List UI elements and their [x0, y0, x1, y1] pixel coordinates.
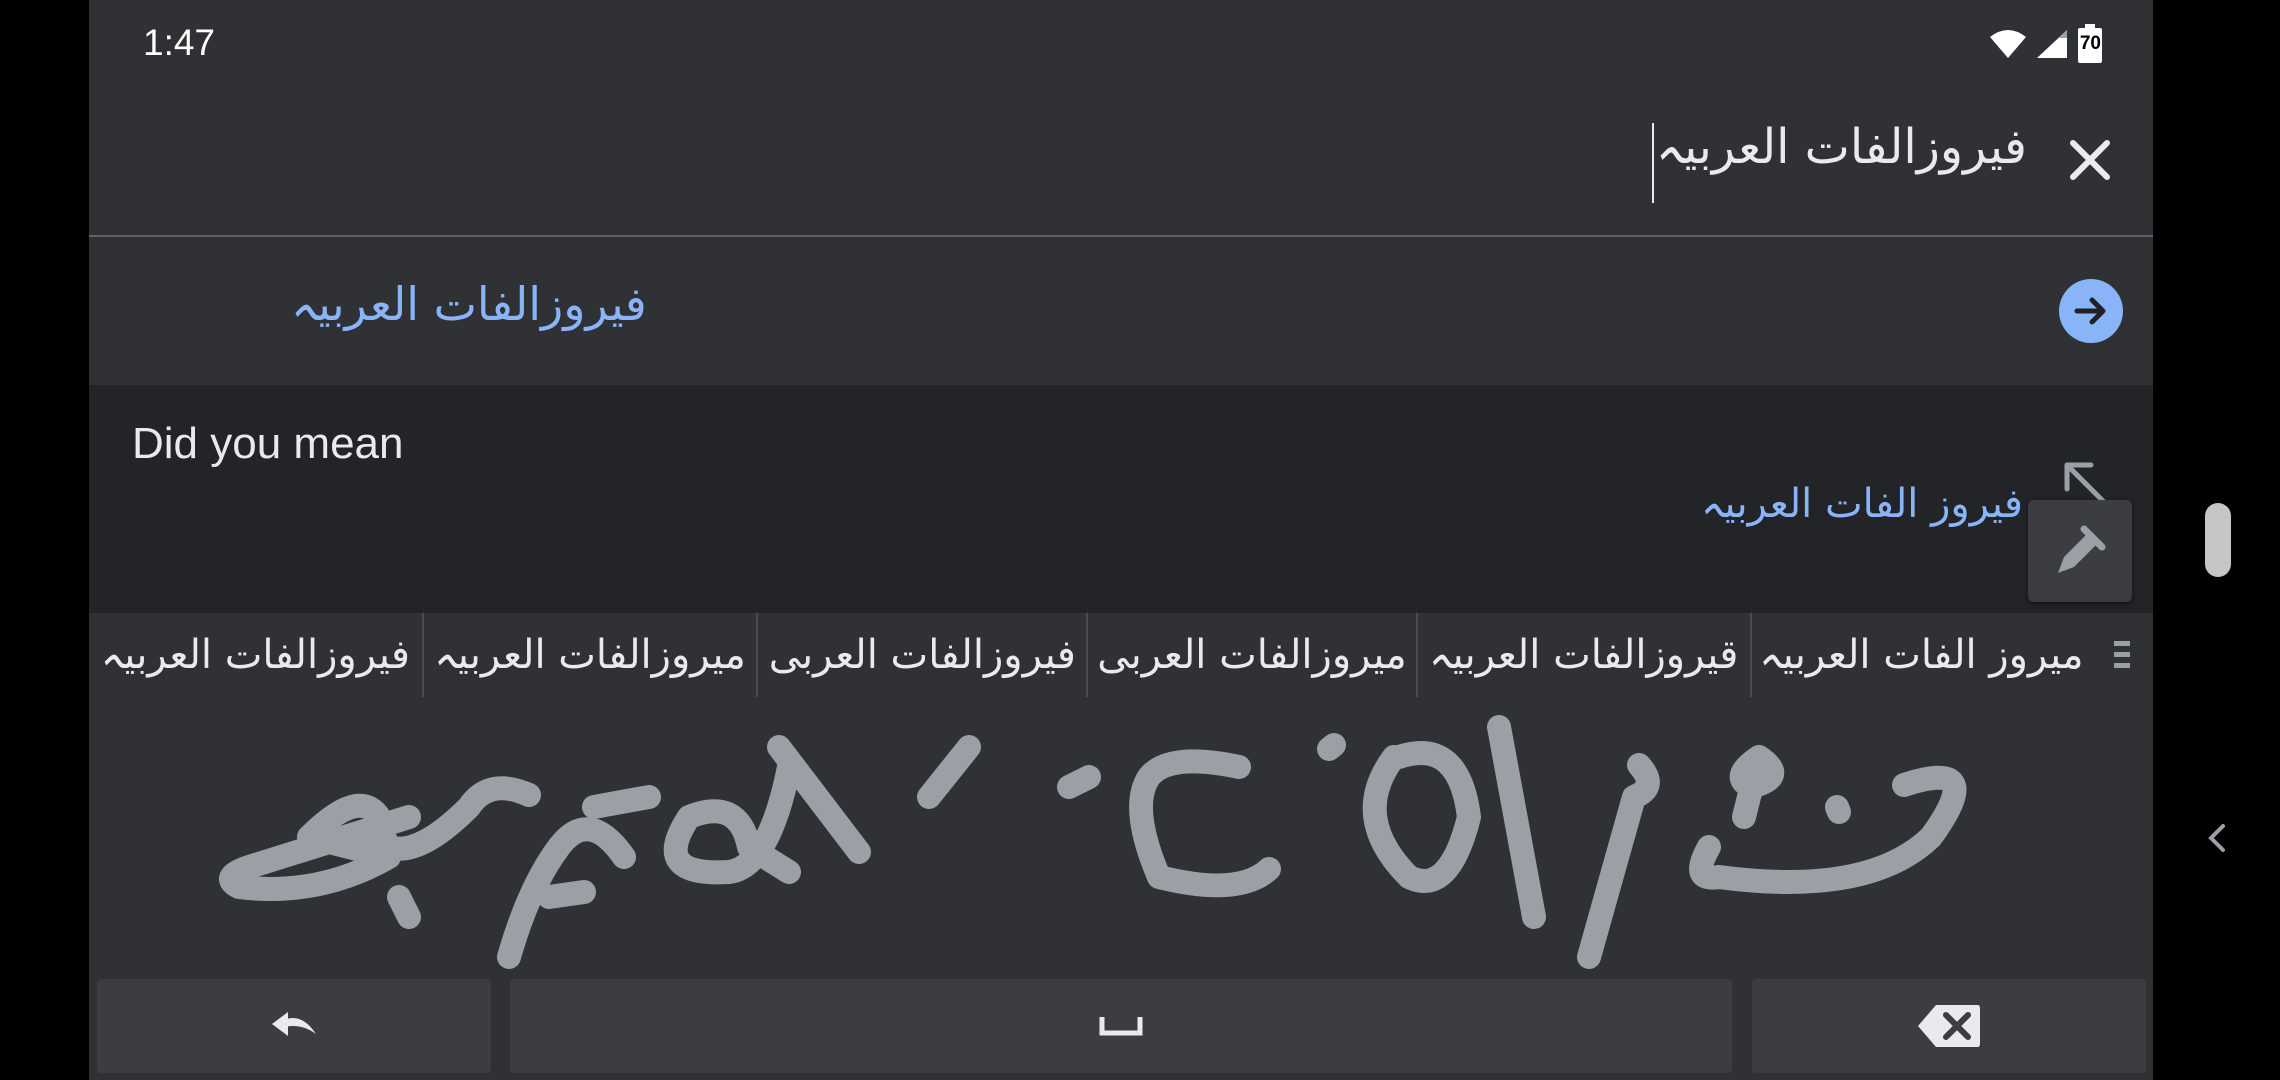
close-icon	[2070, 140, 2110, 180]
signal-icon	[2037, 30, 2067, 58]
status-time: 1:47	[143, 22, 216, 63]
candidate-4[interactable]: فيروزالفات العربى	[756, 613, 1086, 697]
status-bar: 1:47 70	[89, 0, 2153, 89]
handwriting-canvas[interactable]	[89, 697, 2153, 973]
text-cursor	[1652, 123, 1654, 203]
candidates-more-button[interactable]	[2091, 613, 2153, 697]
search-input[interactable]: فيروزالفات العربيہ	[1656, 119, 2027, 175]
screen: 1:47 70 فيروزالفات العربيہ فيروزالفات ال…	[89, 0, 2153, 1080]
did-you-mean-suggestion[interactable]: فيروز الفات العربيہ	[1701, 481, 2023, 527]
undo-key[interactable]	[97, 979, 491, 1073]
handwriting-ink	[219, 715, 1967, 969]
search-bar: فيروزالفات العربيہ	[89, 89, 2153, 237]
suggestion-row[interactable]: فيروزالفات العربيہ	[89, 237, 2153, 385]
go-button[interactable]	[2059, 279, 2123, 343]
candidate-bar: فيروزالفات العربيہ ميروزالفات العربيہ في…	[89, 613, 2153, 697]
did-you-mean-panel: Did you mean فيروز الفات العربيہ	[89, 385, 2153, 613]
candidate-3[interactable]: ميروزالفات العربى	[1086, 613, 1416, 697]
side-back-button[interactable]	[2203, 818, 2231, 858]
candidate-6[interactable]: فيروزالفات العربيہ	[89, 613, 422, 697]
did-you-mean-label: Did you mean	[132, 419, 404, 468]
scroll-handle[interactable]	[2205, 503, 2231, 577]
backspace-key[interactable]	[1752, 979, 2146, 1073]
battery-level: 70	[2079, 33, 2101, 54]
space-icon	[1099, 1017, 1143, 1036]
clear-button[interactable]	[2057, 127, 2123, 193]
candidate-5[interactable]: ميروزالفات العربيہ	[421, 613, 757, 697]
wifi-icon	[1990, 30, 2026, 58]
pen-button[interactable]	[2028, 500, 2132, 602]
backspace-icon	[1918, 1005, 1980, 1047]
candidate-2[interactable]: قيروزالفات العربيہ	[1415, 613, 1750, 697]
space-key[interactable]	[510, 979, 1732, 1073]
pen-icon	[2058, 525, 2106, 573]
undo-icon	[272, 1012, 316, 1036]
keyboard-row	[89, 973, 2153, 1080]
chevron-left-icon	[2208, 824, 2225, 852]
arrow-right-icon	[2074, 297, 2106, 325]
more-vertical-icon	[2114, 641, 2131, 668]
suggestion-text: فيروزالفات العربيہ	[291, 277, 647, 331]
candidate-1[interactable]: ميروز الفات العربيہ	[1749, 613, 2092, 697]
status-icons: 70	[1989, 24, 2103, 64]
